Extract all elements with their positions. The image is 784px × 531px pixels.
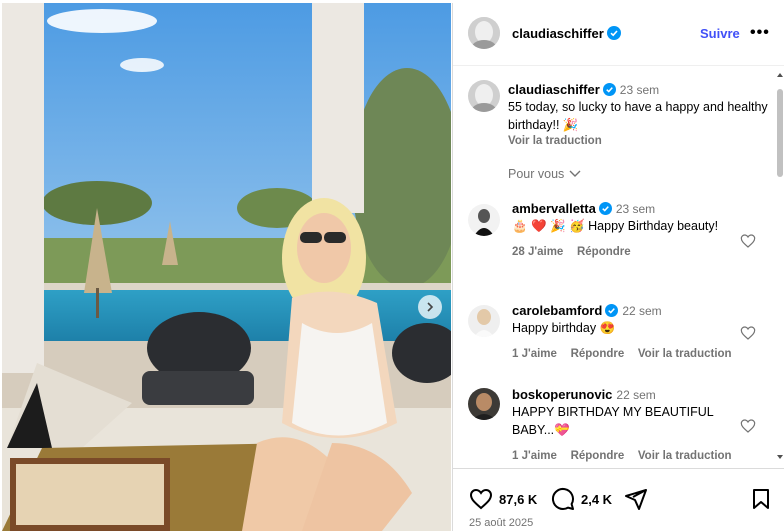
comment-icon[interactable]	[551, 487, 575, 511]
caption-translate-link[interactable]: Voir la traduction	[508, 135, 770, 147]
translate-link[interactable]: Voir la traduction	[638, 450, 732, 462]
verified-badge-icon	[602, 83, 616, 96]
post-image	[2, 3, 451, 531]
avatar-image	[468, 17, 500, 49]
author-username[interactable]: claudiaschiffer	[512, 26, 604, 41]
comment-time: 23 sem	[615, 202, 656, 216]
comment-time: 22 sem	[616, 388, 656, 402]
avatar-image	[468, 305, 500, 337]
reply-button[interactable]: Répondre	[571, 450, 625, 462]
caption-text: 55 today, so lucky to have a happy and h…	[508, 100, 768, 132]
for-you-toggle[interactable]: Pour vous	[508, 167, 581, 181]
post-header: claudiaschiffer Suivre •••	[453, 3, 784, 66]
comment-username[interactable]: ambervalletta	[512, 201, 596, 216]
next-photo-button[interactable]	[418, 295, 442, 319]
share-icon[interactable]	[624, 487, 648, 511]
comment-time: 22 sem	[622, 304, 662, 318]
caption-username[interactable]: claudiaschiffer	[508, 82, 600, 97]
reply-button[interactable]: Répondre	[571, 348, 625, 360]
scrollbar-thumb[interactable]	[777, 89, 783, 177]
comment-2: carolebamford 22 sem Happy birthday 😍 1 J…	[512, 303, 774, 360]
post-actions: 87,6 K 2,4 K 25 août 2025	[453, 468, 784, 531]
heart-icon[interactable]	[469, 487, 493, 511]
comment-avatar[interactable]	[468, 305, 500, 337]
author-name-wrap: claudiaschiffer	[512, 26, 621, 41]
heart-icon[interactable]	[740, 418, 756, 434]
post-side-panel: claudiaschiffer Suivre ••• claudiaschiff…	[452, 3, 784, 531]
comment-action[interactable]: 2,4 K	[551, 487, 612, 511]
post-date: 25 août 2025	[469, 517, 534, 529]
heart-icon[interactable]	[740, 325, 756, 341]
heart-icon[interactable]	[740, 233, 756, 249]
comments-list[interactable]: claudiaschiffer 23 sem 55 today, so lucky…	[453, 67, 784, 467]
comment-likes[interactable]: 1 J'aime	[512, 450, 557, 462]
comment-username[interactable]: boskoperunovic	[512, 387, 612, 402]
avatar-image	[468, 388, 500, 420]
comment-avatar[interactable]	[468, 388, 500, 420]
more-options-icon[interactable]: •••	[750, 24, 770, 42]
comment-text: 🎂 ❤️ 🎉 🥳 Happy Birthday beauty!	[512, 219, 719, 233]
save-action[interactable]	[750, 487, 772, 511]
verified-badge-icon	[606, 26, 621, 40]
reply-button[interactable]: Répondre	[577, 246, 631, 258]
comment-avatar[interactable]	[468, 204, 500, 236]
chevron-right-icon	[427, 302, 434, 312]
comment-likes[interactable]: 1 J'aime	[512, 348, 557, 360]
caption-time: 23 sem	[619, 83, 660, 97]
for-you-label: Pour vous	[508, 167, 565, 181]
like-action[interactable]: 87,6 K	[469, 487, 537, 511]
post-photo	[2, 3, 451, 531]
avatar-image	[468, 204, 500, 236]
caption: claudiaschiffer 23 sem 55 today, so lucky…	[508, 82, 770, 147]
verified-badge-icon	[605, 304, 619, 317]
bookmark-icon[interactable]	[750, 487, 772, 511]
comment-count: 2,4 K	[581, 491, 613, 507]
translate-link[interactable]: Voir la traduction	[638, 348, 732, 360]
comment-text: Happy birthday 😍	[512, 321, 616, 335]
scroll-down-icon[interactable]	[775, 453, 784, 461]
avatar-image	[468, 80, 500, 112]
author-avatar[interactable]	[468, 17, 500, 49]
chevron-down-icon	[569, 170, 581, 177]
comment-text: HAPPY BIRTHDAY MY BEAUTIFUL BABY...💝	[512, 405, 714, 437]
comment-3: boskoperunovic 22 sem HAPPY BIRTHDAY MY B…	[512, 387, 737, 462]
scroll-up-icon[interactable]	[775, 71, 784, 79]
share-action[interactable]	[624, 487, 648, 511]
caption-avatar[interactable]	[468, 80, 500, 112]
follow-button[interactable]: Suivre	[700, 26, 740, 41]
like-count: 87,6 K	[499, 491, 538, 507]
verified-badge-icon	[598, 202, 612, 215]
comment-username[interactable]: carolebamford	[512, 303, 602, 318]
comments-scrollbar[interactable]	[775, 67, 784, 465]
comment-likes[interactable]: 28 J'aime	[512, 246, 563, 258]
comment-1: ambervalletta 23 sem 🎂 ❤️ 🎉 🥳 Happy Birth…	[512, 201, 737, 258]
